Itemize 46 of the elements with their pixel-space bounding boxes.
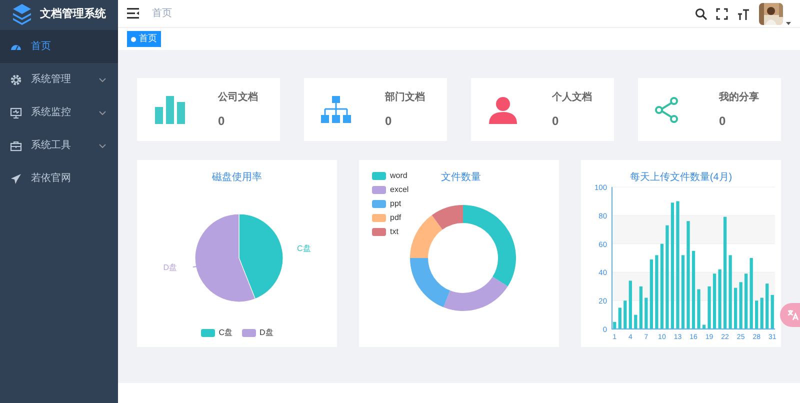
card-label: 公司文档: [218, 90, 259, 104]
legend-label[interactable]: C盘: [218, 327, 232, 339]
org-chart-icon: [321, 94, 351, 124]
legend-label[interactable]: ppt: [390, 198, 402, 210]
person-icon: [488, 94, 518, 124]
font-size-icon[interactable]: [737, 8, 750, 20]
app-title: 文档管理系统: [40, 6, 106, 22]
stat-card[interactable]: 我的分享 0: [638, 78, 781, 141]
gear-icon: [10, 74, 22, 86]
paper-plane-icon: [10, 172, 22, 184]
card-value: 0: [719, 112, 727, 130]
monitor-icon: [10, 106, 22, 118]
tag[interactable]: 首页: [127, 31, 161, 47]
layers-logo-icon: [12, 3, 32, 25]
sidebar-item[interactable]: 首页: [0, 30, 118, 63]
stat-card[interactable]: 公司文档 0: [137, 78, 280, 141]
stat-card[interactable]: 部门文档 0: [304, 78, 447, 141]
search-icon[interactable]: [695, 8, 707, 20]
card-label: 个人文档: [552, 90, 593, 104]
share-icon: [655, 96, 679, 122]
legend-label[interactable]: pdf: [390, 212, 402, 224]
card-label: 部门文档: [385, 90, 426, 104]
card-value: 0: [385, 112, 393, 130]
sidebar-item[interactable]: 若依官网: [0, 162, 118, 195]
slice-label: D盘: [163, 263, 177, 272]
caret-icon[interactable]: [786, 22, 791, 24]
slice-label: C盘: [297, 244, 311, 253]
chart-title: 每天上传文件数量(4月): [628, 170, 734, 185]
legend-label[interactable]: txt: [390, 226, 398, 238]
stat-card[interactable]: 个人文档 0: [471, 78, 614, 141]
card-label: 我的分享: [719, 90, 760, 104]
sidebar-item[interactable]: 系统管理: [0, 63, 118, 96]
card-value: 0: [218, 112, 226, 130]
translate-icon: [787, 309, 799, 321]
legend-label[interactable]: excel: [390, 184, 409, 196]
sidebar-item[interactable]: 系统工具: [0, 129, 118, 162]
menu-icon[interactable]: [127, 8, 139, 19]
chart-title: 磁盘使用率: [211, 170, 263, 185]
fullscreen-icon[interactable]: [716, 8, 728, 20]
toolbox-icon: [10, 140, 22, 152]
legend-label[interactable]: word: [390, 170, 408, 182]
legend-label[interactable]: D盘: [260, 327, 274, 339]
chart-title: 文件数量: [440, 170, 482, 185]
bar-chart-icon: [154, 94, 188, 124]
card-value: 0: [552, 112, 560, 130]
sidebar-item[interactable]: 系统监控: [0, 96, 118, 129]
